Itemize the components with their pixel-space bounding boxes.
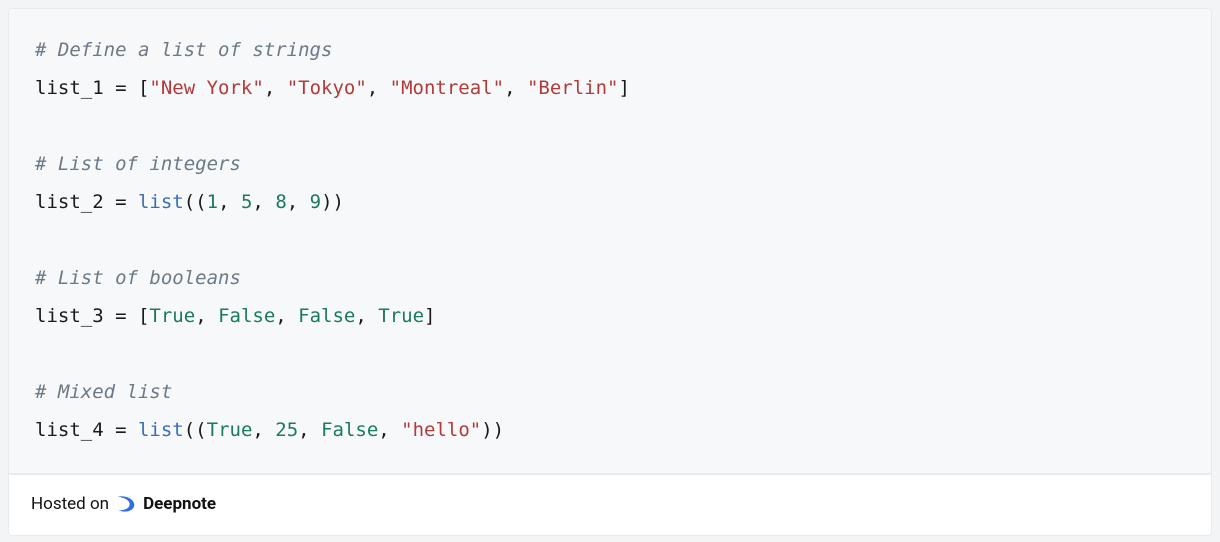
code-token-punct: , <box>367 77 390 99</box>
hosted-on-label: Hosted on <box>31 494 109 514</box>
code-token-punct: )) <box>321 191 344 213</box>
code-token-punct: , <box>252 191 275 213</box>
code-token-string: "Tokyo" <box>287 77 367 99</box>
code-token-op: = <box>115 305 138 327</box>
code-token-punct: )) <box>481 419 504 441</box>
code-token-builtin: False <box>218 305 275 327</box>
code-token-string: "Berlin" <box>527 77 619 99</box>
code-token-string: "New York" <box>149 77 263 99</box>
code-token-number: 1 <box>207 191 218 213</box>
code-token-builtin: True <box>149 305 195 327</box>
code-token-punct: , <box>252 419 275 441</box>
code-token-ident: list_1 <box>35 77 115 99</box>
code-token-punct: , <box>275 305 298 327</box>
code-token-string: "Montreal" <box>390 77 504 99</box>
code-token-op: = <box>115 77 138 99</box>
code-token-builtin: True <box>207 419 253 441</box>
code-token-punct: (( <box>184 191 207 213</box>
code-area: # Define a list of strings list_1 = ["Ne… <box>9 9 1211 475</box>
code-token-number: 9 <box>310 191 321 213</box>
brand-name: Deepnote <box>143 494 216 514</box>
code-token-punct: , <box>287 191 310 213</box>
code-token-op: = <box>115 419 138 441</box>
code-token-punct: , <box>298 419 321 441</box>
code-token-number: 8 <box>275 191 286 213</box>
code-token-func: list <box>138 191 184 213</box>
code-token-comment: # Mixed list <box>35 381 172 403</box>
code-token-ident: list_4 <box>35 419 115 441</box>
code-token-ident: list_3 <box>35 305 115 327</box>
code-token-punct: , <box>218 191 241 213</box>
code-token-builtin: False <box>298 305 355 327</box>
code-token-builtin: True <box>378 305 424 327</box>
code-token-punct: , <box>504 77 527 99</box>
code-token-ident: list_2 <box>35 191 115 213</box>
code-token-punct: [ <box>138 305 149 327</box>
code-token-punct: ] <box>618 77 629 99</box>
code-token-punct: [ <box>138 77 149 99</box>
code-block: # Define a list of strings list_1 = ["Ne… <box>35 31 1185 449</box>
code-token-func: list <box>138 419 184 441</box>
code-token-number: 25 <box>275 419 298 441</box>
footer-bar[interactable]: Hosted on Deepnote <box>9 475 1211 535</box>
code-token-punct: , <box>355 305 378 327</box>
code-token-op: = <box>115 191 138 213</box>
code-token-punct: ] <box>424 305 435 327</box>
deepnote-logo-icon <box>115 493 137 515</box>
code-token-comment: # Define a list of strings <box>35 39 332 61</box>
code-token-string: "hello" <box>401 419 481 441</box>
code-token-number: 5 <box>241 191 252 213</box>
code-token-punct: , <box>264 77 287 99</box>
code-token-punct: (( <box>184 419 207 441</box>
code-token-punct: , <box>195 305 218 327</box>
code-token-builtin: False <box>321 419 378 441</box>
code-token-comment: # List of integers <box>35 153 241 175</box>
code-card: # Define a list of strings list_1 = ["Ne… <box>8 8 1212 536</box>
code-token-punct: , <box>378 419 401 441</box>
code-token-comment: # List of booleans <box>35 267 241 289</box>
